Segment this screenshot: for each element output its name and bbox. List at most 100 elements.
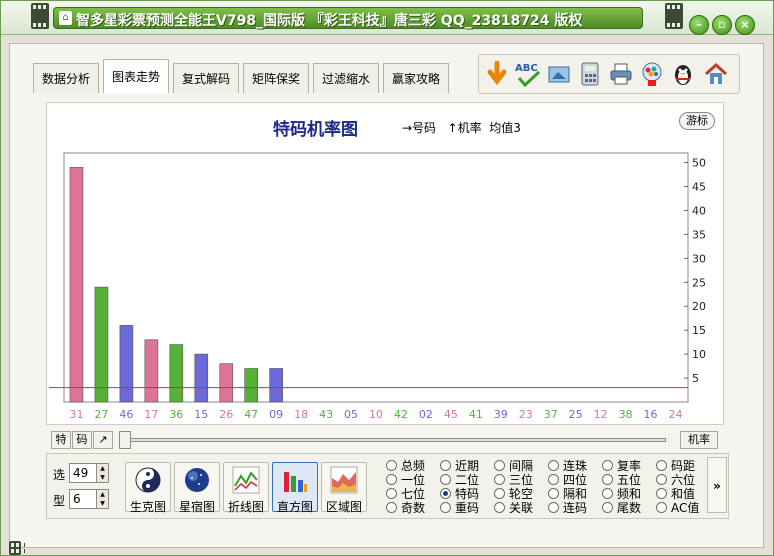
radio-label: AC值 bbox=[671, 501, 700, 515]
y-tick-label: 10 bbox=[692, 348, 706, 361]
x-tick-label: 41 bbox=[469, 408, 483, 421]
minimize-button[interactable]: – bbox=[689, 15, 709, 35]
radio-dot-icon[interactable] bbox=[494, 502, 505, 513]
yinyang-chart-button[interactable]: 生克图 bbox=[125, 462, 171, 514]
radio-dot-icon[interactable] bbox=[656, 488, 667, 499]
radio-option[interactable]: 二位 bbox=[440, 473, 479, 487]
area-chart-button[interactable]: 区域图 bbox=[321, 462, 367, 514]
radio-label: 重码 bbox=[455, 501, 480, 515]
radio-option[interactable]: 奇数 bbox=[386, 501, 425, 515]
radio-option[interactable]: 近期 bbox=[440, 459, 479, 473]
radio-dot-icon[interactable] bbox=[386, 474, 397, 485]
x-tick-label: 16 bbox=[644, 408, 658, 421]
radio-dot-icon[interactable] bbox=[656, 474, 667, 485]
chart-button-label: 区域图 bbox=[325, 500, 362, 514]
radio-dot-icon[interactable] bbox=[494, 488, 505, 499]
radio-dot-icon[interactable] bbox=[656, 460, 667, 471]
type-count-spinner[interactable]: 6 ▲ ▼ bbox=[69, 489, 109, 509]
radio-dot-icon[interactable] bbox=[386, 502, 397, 513]
histogram-button[interactable]: 直方图 bbox=[272, 462, 318, 514]
star-chart-button[interactable]: 星宿图 bbox=[174, 462, 220, 514]
more-options-button[interactable]: » bbox=[707, 457, 727, 513]
radio-dot-icon[interactable] bbox=[440, 460, 451, 471]
radio-dot-icon[interactable] bbox=[548, 474, 559, 485]
film-icon bbox=[31, 3, 49, 29]
radio-dot-icon[interactable] bbox=[494, 474, 505, 485]
radio-option[interactable]: 五位 bbox=[602, 473, 641, 487]
radio-option[interactable]: 总频 bbox=[386, 459, 425, 473]
tab-filter[interactable]: 过滤缩水 bbox=[313, 63, 380, 93]
radio-dot-icon[interactable] bbox=[386, 488, 397, 499]
select-count-spinner[interactable]: 49 ▲ ▼ bbox=[69, 463, 109, 483]
radio-dot-icon[interactable] bbox=[386, 460, 397, 471]
radio-option[interactable]: 三位 bbox=[494, 473, 533, 487]
radio-dot-icon[interactable] bbox=[656, 502, 667, 513]
radio-dot-icon[interactable] bbox=[548, 460, 559, 471]
radio-dot-icon[interactable] bbox=[494, 460, 505, 471]
radio-dot-icon[interactable] bbox=[602, 460, 613, 471]
title-bar[interactable]: ⌂ 智多星彩票预测全能王V798_国际版 『彩王科技』唐三彩 QQ_238187… bbox=[1, 1, 773, 35]
arrow-down-icon[interactable] bbox=[483, 60, 511, 88]
radio-option[interactable]: 和值 bbox=[656, 487, 695, 501]
spinner-arrows-icon[interactable]: ▲ ▼ bbox=[96, 490, 108, 508]
printer-icon[interactable] bbox=[607, 60, 635, 88]
x-tick-label: 23 bbox=[519, 408, 533, 421]
spellcheck-icon[interactable]: ABC bbox=[514, 60, 542, 88]
tab-data-analysis[interactable]: 数据分析 bbox=[33, 63, 100, 93]
maximize-button[interactable]: ▫ bbox=[712, 15, 732, 35]
chart-scroll-thumb[interactable] bbox=[119, 431, 131, 449]
tab-matrix[interactable]: 矩阵保奖 bbox=[243, 63, 310, 93]
gumball-icon[interactable] bbox=[638, 60, 666, 88]
x-tick-label: 15 bbox=[194, 408, 208, 421]
penguin-icon[interactable] bbox=[669, 60, 697, 88]
radio-option[interactable]: 轮空 bbox=[494, 487, 533, 501]
radio-dot-icon[interactable] bbox=[548, 488, 559, 499]
radio-option[interactable]: 六位 bbox=[656, 473, 695, 487]
radio-option[interactable]: AC值 bbox=[656, 501, 699, 515]
calculator-icon[interactable] bbox=[576, 60, 604, 88]
home-icon[interactable] bbox=[702, 60, 730, 88]
x-tick-label: 02 bbox=[419, 408, 433, 421]
x-tick-label: 18 bbox=[294, 408, 308, 421]
radio-dot-icon[interactable] bbox=[548, 502, 559, 513]
radio-option[interactable]: 一位 bbox=[386, 473, 425, 487]
y-tick-label: 20 bbox=[692, 300, 706, 313]
y-tick-label: 40 bbox=[692, 204, 706, 217]
radio-option[interactable]: 七位 bbox=[386, 487, 425, 501]
cursor-button[interactable]: 游标 bbox=[679, 112, 715, 130]
radio-option[interactable]: 四位 bbox=[548, 473, 587, 487]
line-chart-button[interactable]: 折线图 bbox=[223, 462, 269, 514]
tab-compound-decode[interactable]: 复式解码 bbox=[173, 63, 240, 93]
tab-strategy[interactable]: 赢家攻略 bbox=[383, 63, 450, 93]
radio-option[interactable]: 频和 bbox=[602, 487, 641, 501]
radio-option[interactable]: 重码 bbox=[440, 501, 479, 515]
sort-ma-button[interactable]: 码 bbox=[72, 431, 92, 449]
radio-option[interactable]: 尾数 bbox=[602, 501, 641, 515]
radio-option[interactable]: 间隔 bbox=[494, 459, 533, 473]
radio-dot-icon[interactable] bbox=[440, 488, 451, 499]
image-export-icon[interactable] bbox=[545, 60, 573, 88]
radio-option[interactable]: 隔和 bbox=[548, 487, 587, 501]
radio-dot-icon[interactable] bbox=[602, 488, 613, 499]
radio-dot-icon[interactable] bbox=[440, 474, 451, 485]
sort-te-button[interactable]: 特 bbox=[51, 431, 71, 449]
radio-option[interactable]: 特码 bbox=[440, 487, 479, 501]
chart-scroll-track[interactable] bbox=[129, 438, 666, 442]
radio-option[interactable]: 复率 bbox=[602, 459, 641, 473]
x-tick-label: 26 bbox=[219, 408, 233, 421]
stat-type-radio-group: 总频 一位 七位 奇数 近期 二位 特码 重码 间隔 三位 轮空 关联 连珠 四位 隔和 连码 复率 五位 频和 尾数… bbox=[386, 457, 708, 515]
chart-button-label: 生克图 bbox=[129, 500, 166, 514]
radio-dot-icon[interactable] bbox=[440, 502, 451, 513]
radio-option[interactable]: 关联 bbox=[494, 501, 533, 515]
radio-option[interactable]: 码距 bbox=[656, 459, 695, 473]
spinner-arrows-icon[interactable]: ▲ ▼ bbox=[96, 464, 108, 482]
tab-chart-trend[interactable]: 图表走势 bbox=[103, 59, 170, 93]
close-button[interactable]: × bbox=[735, 15, 755, 35]
y-tick-label: 15 bbox=[692, 324, 706, 337]
diagonal-arrow-button[interactable]: ↗ bbox=[93, 431, 113, 449]
radio-option[interactable]: 连珠 bbox=[548, 459, 587, 473]
probability-button[interactable]: 机率 bbox=[680, 431, 718, 449]
radio-dot-icon[interactable] bbox=[602, 502, 613, 513]
radio-option[interactable]: 连码 bbox=[548, 501, 587, 515]
radio-dot-icon[interactable] bbox=[602, 474, 613, 485]
